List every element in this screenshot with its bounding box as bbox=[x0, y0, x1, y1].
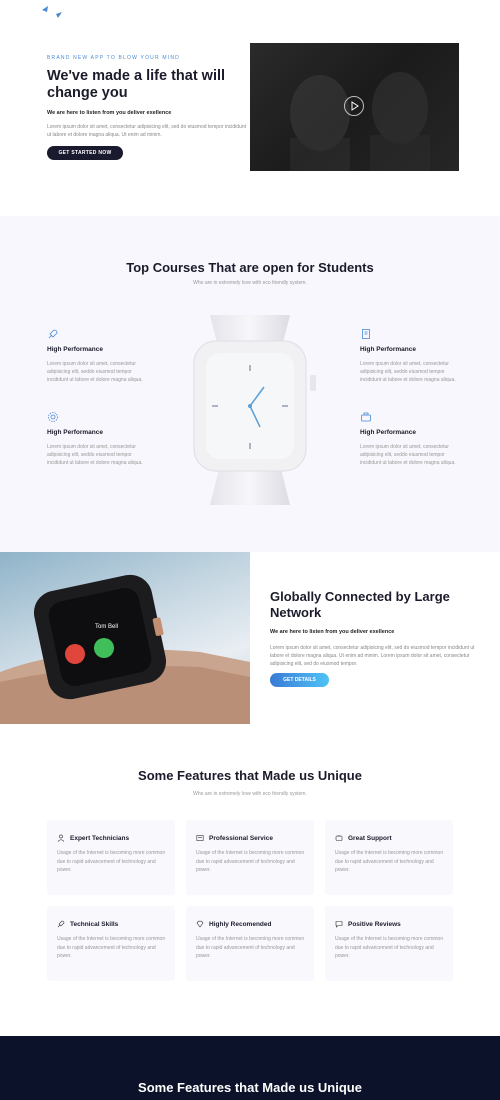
course-feature-title: High Performance bbox=[47, 429, 103, 436]
get-details-button[interactable]: GET DETAILS bbox=[270, 673, 329, 687]
course-feature-title: High Performance bbox=[360, 346, 416, 353]
feature-card-title: Great Support bbox=[348, 834, 392, 842]
feature-card-desc: Usage of the Internet is becoming more c… bbox=[196, 936, 305, 959]
global-description: Lorem ipsum dolor sit amet, consectetur … bbox=[270, 645, 475, 667]
hero-title: We've made a life that will change you bbox=[47, 68, 226, 101]
feature-card[interactable]: Technical Skills Usage of the Internet i… bbox=[47, 906, 175, 981]
play-button[interactable] bbox=[344, 96, 364, 116]
feature-card-desc: Usage of the Internet is becoming more c… bbox=[57, 850, 166, 873]
course-feature-desc: Lorem ipsum dolor sit amet, consectetur … bbox=[47, 444, 143, 466]
course-feature-desc: Lorem ipsum dolor sit amet, consectetur … bbox=[360, 361, 456, 383]
feature-card-title: Expert Technicians bbox=[70, 834, 130, 842]
course-feature-title: High Performance bbox=[47, 346, 103, 353]
dark-section-title: Some Features that Made us Unique bbox=[138, 1080, 362, 1095]
hero-eyebrow: BRAND NEW APP TO BLOW YOUR MIND bbox=[47, 55, 180, 61]
watch-on-wrist-image: Tom Bell bbox=[0, 552, 250, 724]
courses-title: Top Courses That are open for Students bbox=[126, 260, 374, 275]
hero-description: Lorem ipsum dolor sit amet, consectetur … bbox=[47, 124, 246, 138]
play-icon bbox=[351, 101, 359, 111]
feature-card-title: Technical Skills bbox=[70, 920, 119, 928]
feature-card-desc: Usage of the Internet is becoming more c… bbox=[335, 850, 444, 873]
smartwatch-image bbox=[193, 315, 316, 505]
courses-subtitle: Who are in extremely love with eco frien… bbox=[193, 280, 307, 286]
rocket-icon bbox=[57, 920, 65, 928]
feature-card-desc: Usage of the Internet is becoming more c… bbox=[57, 936, 166, 959]
diamond-icon bbox=[196, 920, 204, 928]
course-feature-desc: Lorem ipsum dolor sit amet, consectetur … bbox=[47, 361, 143, 383]
feature-card[interactable]: Positive Reviews Usage of the Internet i… bbox=[325, 906, 453, 981]
course-feature-left-2: High Performance Lorem ipsum dolor sit a… bbox=[47, 411, 147, 467]
rocket-icon bbox=[48, 329, 58, 339]
hero-subtitle: We are here to listen from you deliver e… bbox=[47, 110, 172, 116]
chat-icon bbox=[335, 921, 343, 928]
feature-card[interactable]: Professional Service Usage of the Intern… bbox=[186, 820, 314, 895]
feature-card[interactable]: Highly Recomended Usage of the Internet … bbox=[186, 906, 314, 981]
briefcase-icon bbox=[361, 412, 371, 422]
phone-icon bbox=[335, 835, 343, 841]
dark-features-section: Some Features that Made us Unique bbox=[0, 1036, 500, 1100]
feature-card-title: Positive Reviews bbox=[348, 920, 401, 928]
features-subtitle: Who are in extremely love with eco frien… bbox=[193, 791, 307, 797]
feature-card[interactable]: Great Support Usage of the Internet is b… bbox=[325, 820, 453, 895]
gear-icon bbox=[48, 412, 58, 422]
call-name: Tom Bell bbox=[95, 624, 118, 630]
course-feature-right-1: High Performance Lorem ipsum dolor sit a… bbox=[360, 328, 460, 384]
logo-icon[interactable] bbox=[40, 4, 66, 18]
global-subtitle: We are here to listen from you deliver e… bbox=[270, 629, 395, 635]
hero-section: BRAND NEW APP TO BLOW YOUR MIND We've ma… bbox=[0, 0, 500, 216]
features-section: Some Features that Made us Unique Who ar… bbox=[0, 724, 500, 1036]
course-feature-title: High Performance bbox=[360, 429, 416, 436]
features-title: Some Features that Made us Unique bbox=[138, 768, 362, 783]
user-icon bbox=[57, 834, 65, 842]
course-feature-left-1: High Performance Lorem ipsum dolor sit a… bbox=[47, 328, 147, 384]
feature-card-desc: Usage of the Internet is becoming more c… bbox=[196, 850, 305, 873]
get-started-button[interactable]: GET STARTED NOW bbox=[47, 146, 123, 160]
license-icon bbox=[196, 835, 204, 841]
course-feature-right-2: High Performance Lorem ipsum dolor sit a… bbox=[360, 411, 460, 467]
hero-video[interactable] bbox=[250, 43, 459, 171]
feature-card[interactable]: Expert Technicians Usage of the Internet… bbox=[47, 820, 175, 895]
global-section: Tom Bell Globally Connected by Large Net… bbox=[0, 552, 500, 724]
feature-card-desc: Usage of the Internet is becoming more c… bbox=[335, 936, 444, 959]
book-icon bbox=[362, 329, 370, 339]
global-title: Globally Connected by Large Network bbox=[270, 589, 450, 620]
feature-card-title: Highly Recomended bbox=[209, 920, 272, 928]
course-feature-desc: Lorem ipsum dolor sit amet, consectetur … bbox=[360, 444, 456, 466]
feature-card-title: Professional Service bbox=[209, 834, 273, 842]
watch-call-illustration: Tom Bell bbox=[0, 574, 250, 724]
